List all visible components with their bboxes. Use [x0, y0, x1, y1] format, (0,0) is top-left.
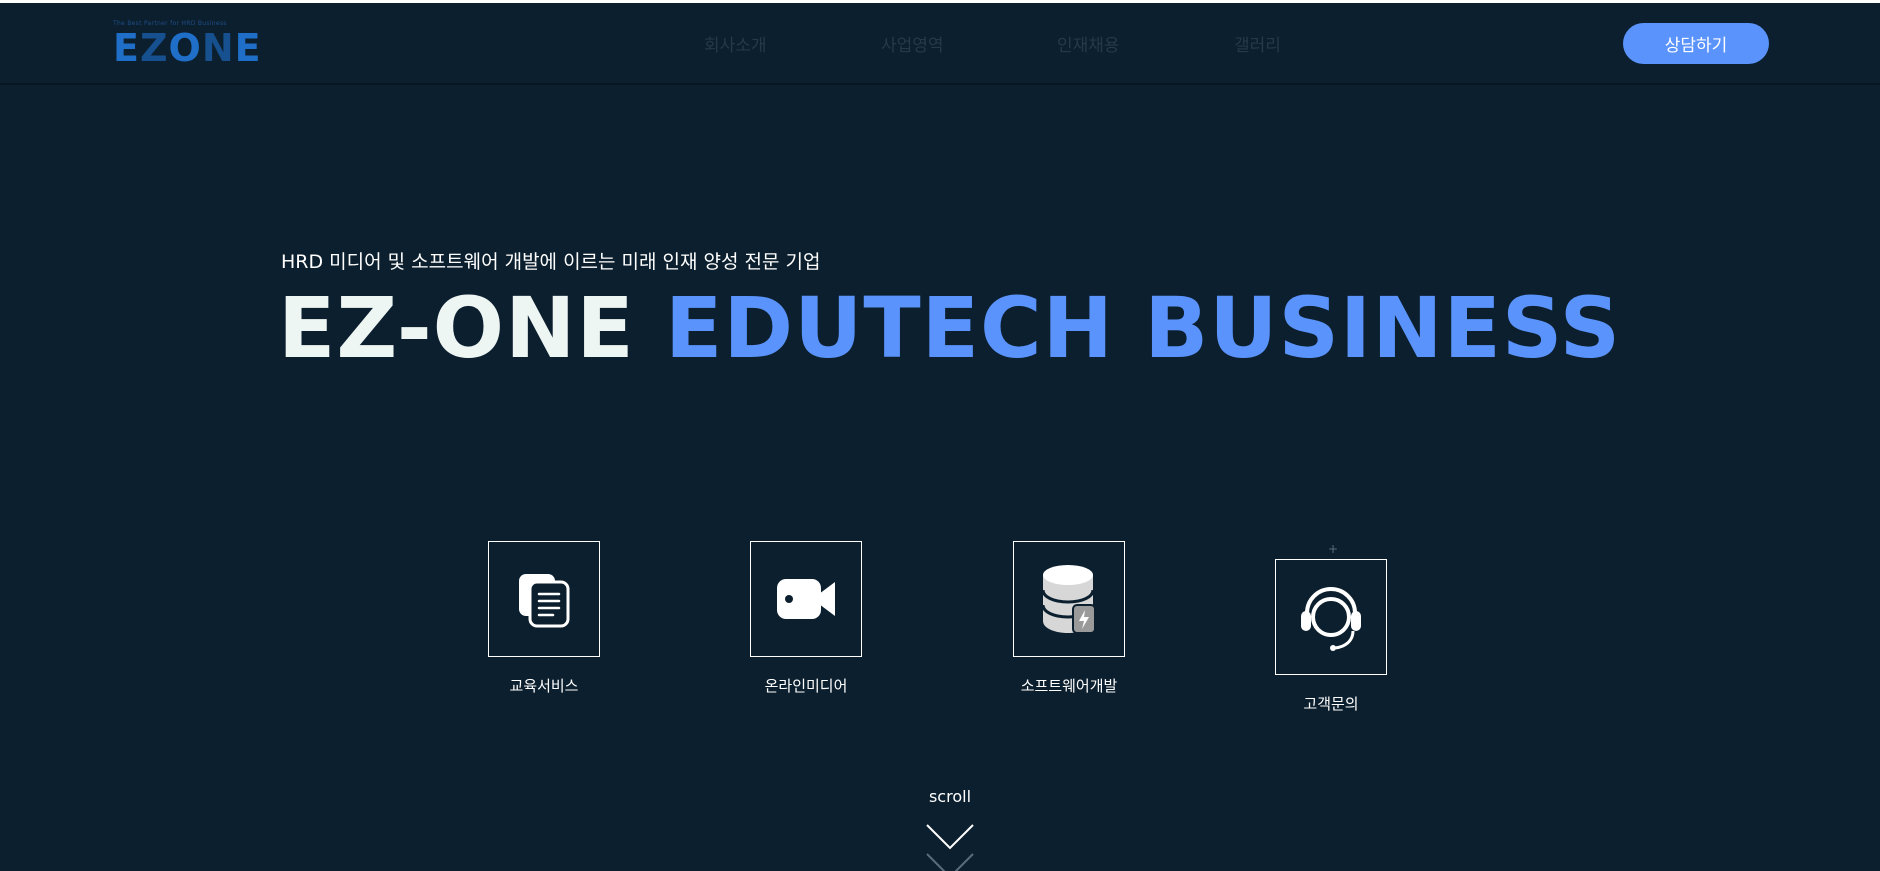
service-customer-inquiry[interactable]: 고객문의	[1275, 559, 1387, 714]
service-education[interactable]: 교육서비스	[488, 541, 600, 696]
site-header: The Best Partner for HRD Business EZONE …	[0, 3, 1880, 85]
service-online-media-box[interactable]	[750, 541, 862, 657]
ezone-logo[interactable]: The Best Partner for HRD Business EZONE	[113, 20, 261, 70]
video-camera-icon	[777, 579, 835, 619]
nav-item-business[interactable]: 사업영역	[881, 31, 944, 56]
chevron-down-icon[interactable]	[926, 822, 974, 871]
hero-title-white: EZ-ONE	[278, 279, 635, 377]
document-copy-icon	[519, 574, 570, 628]
service-online-media[interactable]: 온라인미디어	[750, 541, 862, 696]
plus-icon: +	[1328, 542, 1339, 556]
service-software-label: 소프트웨어개발	[1020, 677, 1118, 695]
scroll-label: scroll	[928, 787, 972, 806]
hero-title: EZ-ONE EDUTECH BUSINESS	[278, 278, 1621, 378]
service-customer-inquiry-label: 고객문의	[1303, 695, 1359, 713]
consult-button[interactable]: 상담하기	[1623, 23, 1769, 64]
service-software[interactable]: 소프트웨어개발	[1013, 541, 1125, 696]
logo-wordmark: EZONE	[113, 26, 262, 70]
service-education-box[interactable]	[488, 541, 600, 657]
service-customer-inquiry-box[interactable]	[1275, 559, 1387, 675]
service-online-media-label: 온라인미디어	[764, 677, 848, 695]
service-education-label: 교육서비스	[509, 677, 579, 695]
nav-item-careers[interactable]: 인재채용	[1057, 31, 1120, 56]
hero-title-blue: EDUTECH BUSINESS	[665, 279, 1622, 377]
service-software-box[interactable]	[1013, 541, 1125, 657]
database-icon	[1041, 565, 1096, 634]
hero-subtitle: HRD 미디어 및 소프트웨어 개발에 이르는 미래 인재 양성 전문 기업	[281, 251, 821, 273]
nav-item-company[interactable]: 회사소개	[704, 31, 767, 56]
nav-item-gallery[interactable]: 갤러리	[1234, 31, 1281, 56]
headset-icon	[1301, 587, 1361, 651]
